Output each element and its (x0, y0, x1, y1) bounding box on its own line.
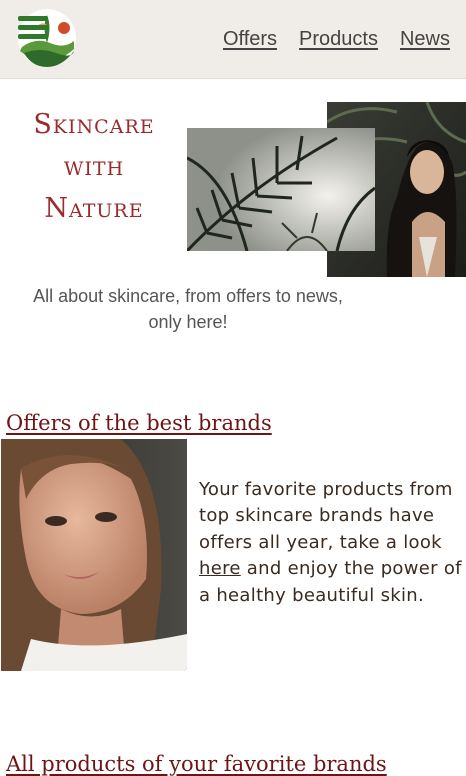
nav-news[interactable]: News (400, 28, 450, 51)
site-header: Offers Products News (0, 0, 466, 79)
palm-leaves-photo (187, 128, 375, 251)
hero-tagline: All about skincare, from offers to news,… (8, 283, 368, 335)
hero-title: Skincare with Nature (8, 104, 180, 230)
offers-here-link[interactable]: here (199, 558, 241, 579)
woman-portrait-photo (1, 439, 187, 671)
hero-title-line: with (63, 151, 125, 182)
tagline-line: only here! (148, 312, 228, 332)
tagline-line: All about skincare, from offers to news, (33, 286, 343, 306)
hamburger-icon[interactable] (18, 16, 48, 42)
offers-description: Your favorite products from top skincare… (199, 477, 463, 609)
offers-text-before: Your favorite products from top skincare… (199, 479, 453, 553)
products-section-title[interactable]: All products of your favorite brands (6, 752, 387, 776)
nav-products[interactable]: Products (299, 28, 378, 51)
nav-offers[interactable]: Offers (223, 28, 277, 51)
main-nav: Offers Products News (223, 28, 450, 51)
hero-title-line: Nature (44, 193, 144, 224)
offers-section-title[interactable]: Offers of the best brands (6, 411, 272, 435)
hero-title-line: Skincare (33, 109, 155, 140)
